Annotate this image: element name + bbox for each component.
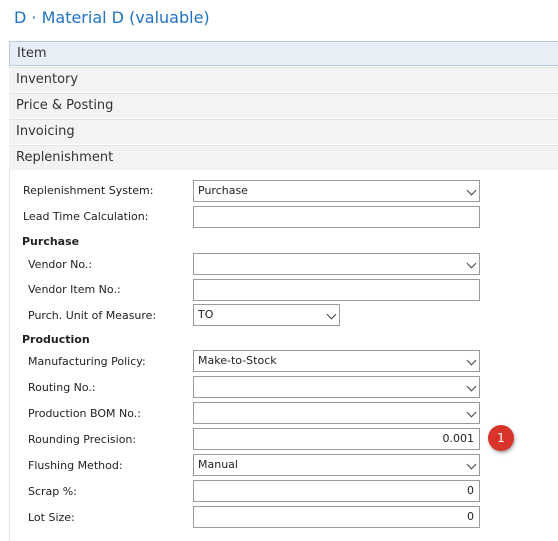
- fasttab-price-posting[interactable]: Price & Posting: [9, 93, 558, 118]
- fasttab-inventory[interactable]: Inventory: [9, 67, 558, 92]
- lead-time-calculation-input[interactable]: [193, 206, 480, 228]
- callout-badge: 1: [488, 425, 514, 451]
- routing-no-select[interactable]: [193, 376, 480, 398]
- chevron-down-icon[interactable]: [466, 459, 477, 470]
- purch-unit-of-measure-select[interactable]: TO: [193, 304, 340, 326]
- production-group-heading: Production: [22, 333, 90, 346]
- purch-unit-of-measure-value: TO: [198, 308, 214, 321]
- flushing-method-value: Manual: [198, 458, 238, 471]
- chevron-down-icon[interactable]: [466, 381, 477, 392]
- manufacturing-policy-value: Make-to-Stock: [198, 354, 277, 367]
- manufacturing-policy-select[interactable]: Make-to-Stock: [193, 350, 480, 372]
- lot-size-label: Lot Size:: [28, 511, 75, 524]
- scrap-pct-label: Scrap %:: [28, 485, 77, 498]
- purchase-group-heading: Purchase: [22, 235, 80, 248]
- lot-size-input[interactable]: 0: [193, 506, 480, 528]
- production-bom-no-select[interactable]: [193, 402, 480, 424]
- vendor-no-select[interactable]: [193, 253, 480, 275]
- flushing-method-select[interactable]: Manual: [193, 454, 480, 476]
- chevron-down-icon[interactable]: [466, 355, 477, 366]
- chevron-down-icon[interactable]: [466, 407, 477, 418]
- vendor-no-label: Vendor No.:: [28, 258, 93, 271]
- chevron-down-icon[interactable]: [466, 258, 477, 269]
- chevron-down-icon[interactable]: [326, 309, 337, 320]
- replenishment-system-value: Purchase: [198, 184, 248, 197]
- scrap-pct-input[interactable]: 0: [193, 480, 480, 502]
- page-title: D · Material D (valuable): [14, 8, 210, 27]
- replenishment-system-select[interactable]: Purchase: [193, 180, 480, 202]
- manufacturing-policy-label: Manufacturing Policy:: [28, 355, 146, 368]
- production-bom-no-label: Production BOM No.:: [28, 407, 141, 420]
- fasttab-item[interactable]: Item: [9, 41, 558, 66]
- purch-unit-of-measure-label: Purch. Unit of Measure:: [28, 309, 157, 322]
- vendor-item-no-input[interactable]: [193, 279, 480, 301]
- fasttab-replenishment[interactable]: Replenishment: [9, 145, 558, 170]
- rounding-precision-input[interactable]: 0.001: [193, 428, 480, 450]
- replenishment-system-label: Replenishment System:: [23, 184, 154, 197]
- rounding-precision-label: Rounding Precision:: [28, 433, 137, 446]
- vendor-item-no-label: Vendor Item No.:: [28, 283, 121, 296]
- routing-no-label: Routing No.:: [28, 381, 96, 394]
- lead-time-calculation-label: Lead Time Calculation:: [23, 210, 149, 223]
- flushing-method-label: Flushing Method:: [28, 459, 123, 472]
- fasttab-invoicing[interactable]: Invoicing: [9, 119, 558, 144]
- chevron-down-icon[interactable]: [466, 185, 477, 196]
